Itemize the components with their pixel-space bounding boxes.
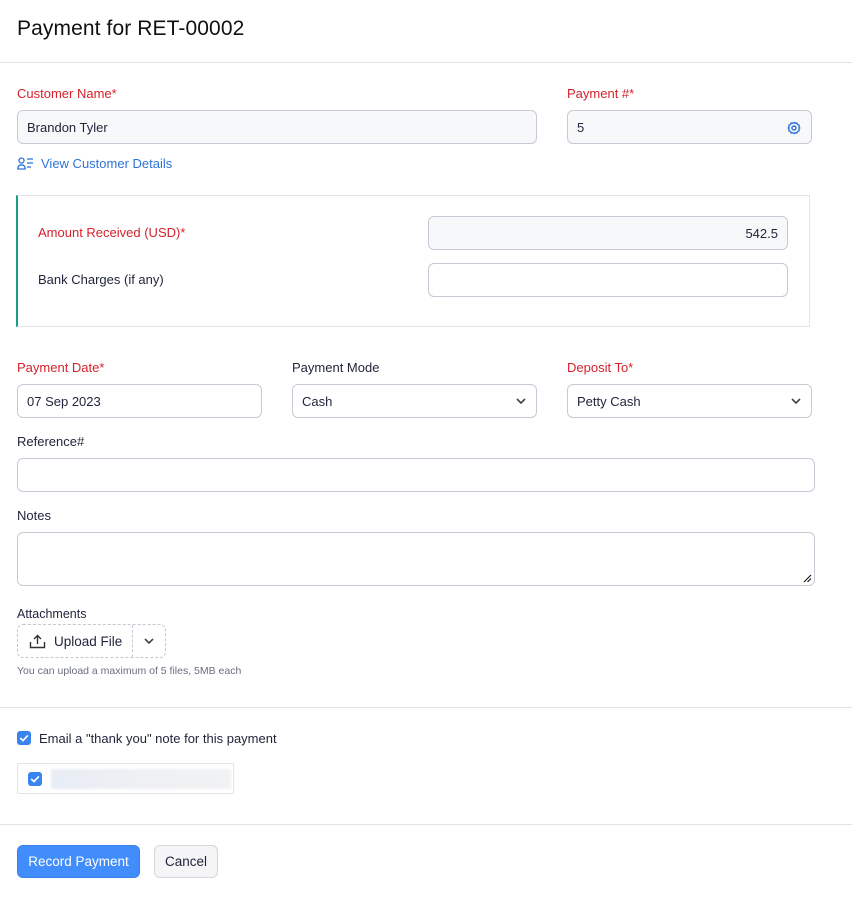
- deposit-to-select[interactable]: Petty Cash: [567, 384, 812, 418]
- gear-icon[interactable]: [786, 120, 802, 136]
- checkmark-icon: [30, 775, 40, 783]
- upload-file-button[interactable]: Upload File: [18, 625, 133, 657]
- amount-received-field[interactable]: 542.5: [428, 216, 788, 250]
- payment-date-value: 07 Sep 2023: [27, 393, 101, 409]
- section-divider: [0, 707, 852, 708]
- reference-label: Reference#: [17, 434, 85, 449]
- upload-options-dropdown[interactable]: [133, 625, 165, 657]
- checkmark-icon: [19, 734, 29, 742]
- payment-mode-label: Payment Mode: [292, 360, 380, 375]
- amount-section: [16, 195, 810, 327]
- chevron-down-icon: [144, 638, 154, 645]
- email-thank-you-label: Email a "thank you" note for this paymen…: [39, 731, 277, 746]
- view-customer-details-link[interactable]: View Customer Details: [17, 156, 172, 171]
- customer-details-icon: [17, 157, 33, 170]
- customer-name-value: Brandon Tyler: [27, 119, 108, 135]
- chevron-down-icon: [516, 398, 526, 405]
- resize-handle-icon[interactable]: [802, 573, 812, 583]
- customer-name-label: Customer Name*: [17, 86, 117, 101]
- payment-date-field[interactable]: 07 Sep 2023: [17, 384, 262, 418]
- section-divider: [0, 824, 852, 825]
- recipient-contact-item: [17, 763, 234, 794]
- page-title: Payment for RET-00002: [17, 17, 245, 40]
- recipient-checkbox[interactable]: [28, 772, 42, 786]
- notes-label: Notes: [17, 508, 51, 523]
- bank-charges-label: Bank Charges (if any): [38, 272, 164, 287]
- deposit-to-label: Deposit To*: [567, 360, 634, 375]
- bank-charges-field[interactable]: [428, 263, 788, 297]
- customer-name-field[interactable]: Brandon Tyler: [17, 110, 537, 144]
- upload-icon: [29, 634, 46, 648]
- view-customer-details-label: View Customer Details: [41, 156, 173, 171]
- payment-number-value: 5: [577, 119, 585, 135]
- upload-file-label: Upload File: [54, 633, 123, 649]
- reference-field[interactable]: [17, 458, 815, 492]
- deposit-to-value: Petty Cash: [577, 393, 641, 409]
- upload-file-control: Upload File: [17, 624, 166, 658]
- recipient-email-redacted: [51, 769, 231, 789]
- notes-textarea[interactable]: [17, 532, 815, 586]
- chevron-down-icon: [791, 398, 801, 405]
- payment-number-label: Payment #*: [567, 86, 635, 101]
- payment-date-label: Payment Date*: [17, 360, 105, 375]
- attachments-label: Attachments: [17, 607, 87, 621]
- amount-received-value: 542.5: [745, 225, 778, 241]
- payment-number-field[interactable]: 5: [567, 110, 812, 144]
- amount-received-label: Amount Received (USD)*: [38, 225, 186, 240]
- record-payment-button[interactable]: Record Payment: [17, 845, 140, 878]
- email-thank-you-checkbox[interactable]: [17, 731, 31, 745]
- page-header: Payment for RET-00002: [0, 0, 852, 63]
- cancel-button[interactable]: Cancel: [154, 845, 218, 878]
- upload-hint: You can upload a maximum of 5 files, 5MB…: [17, 665, 242, 677]
- payment-mode-select[interactable]: Cash: [292, 384, 537, 418]
- payment-mode-value: Cash: [302, 393, 333, 409]
